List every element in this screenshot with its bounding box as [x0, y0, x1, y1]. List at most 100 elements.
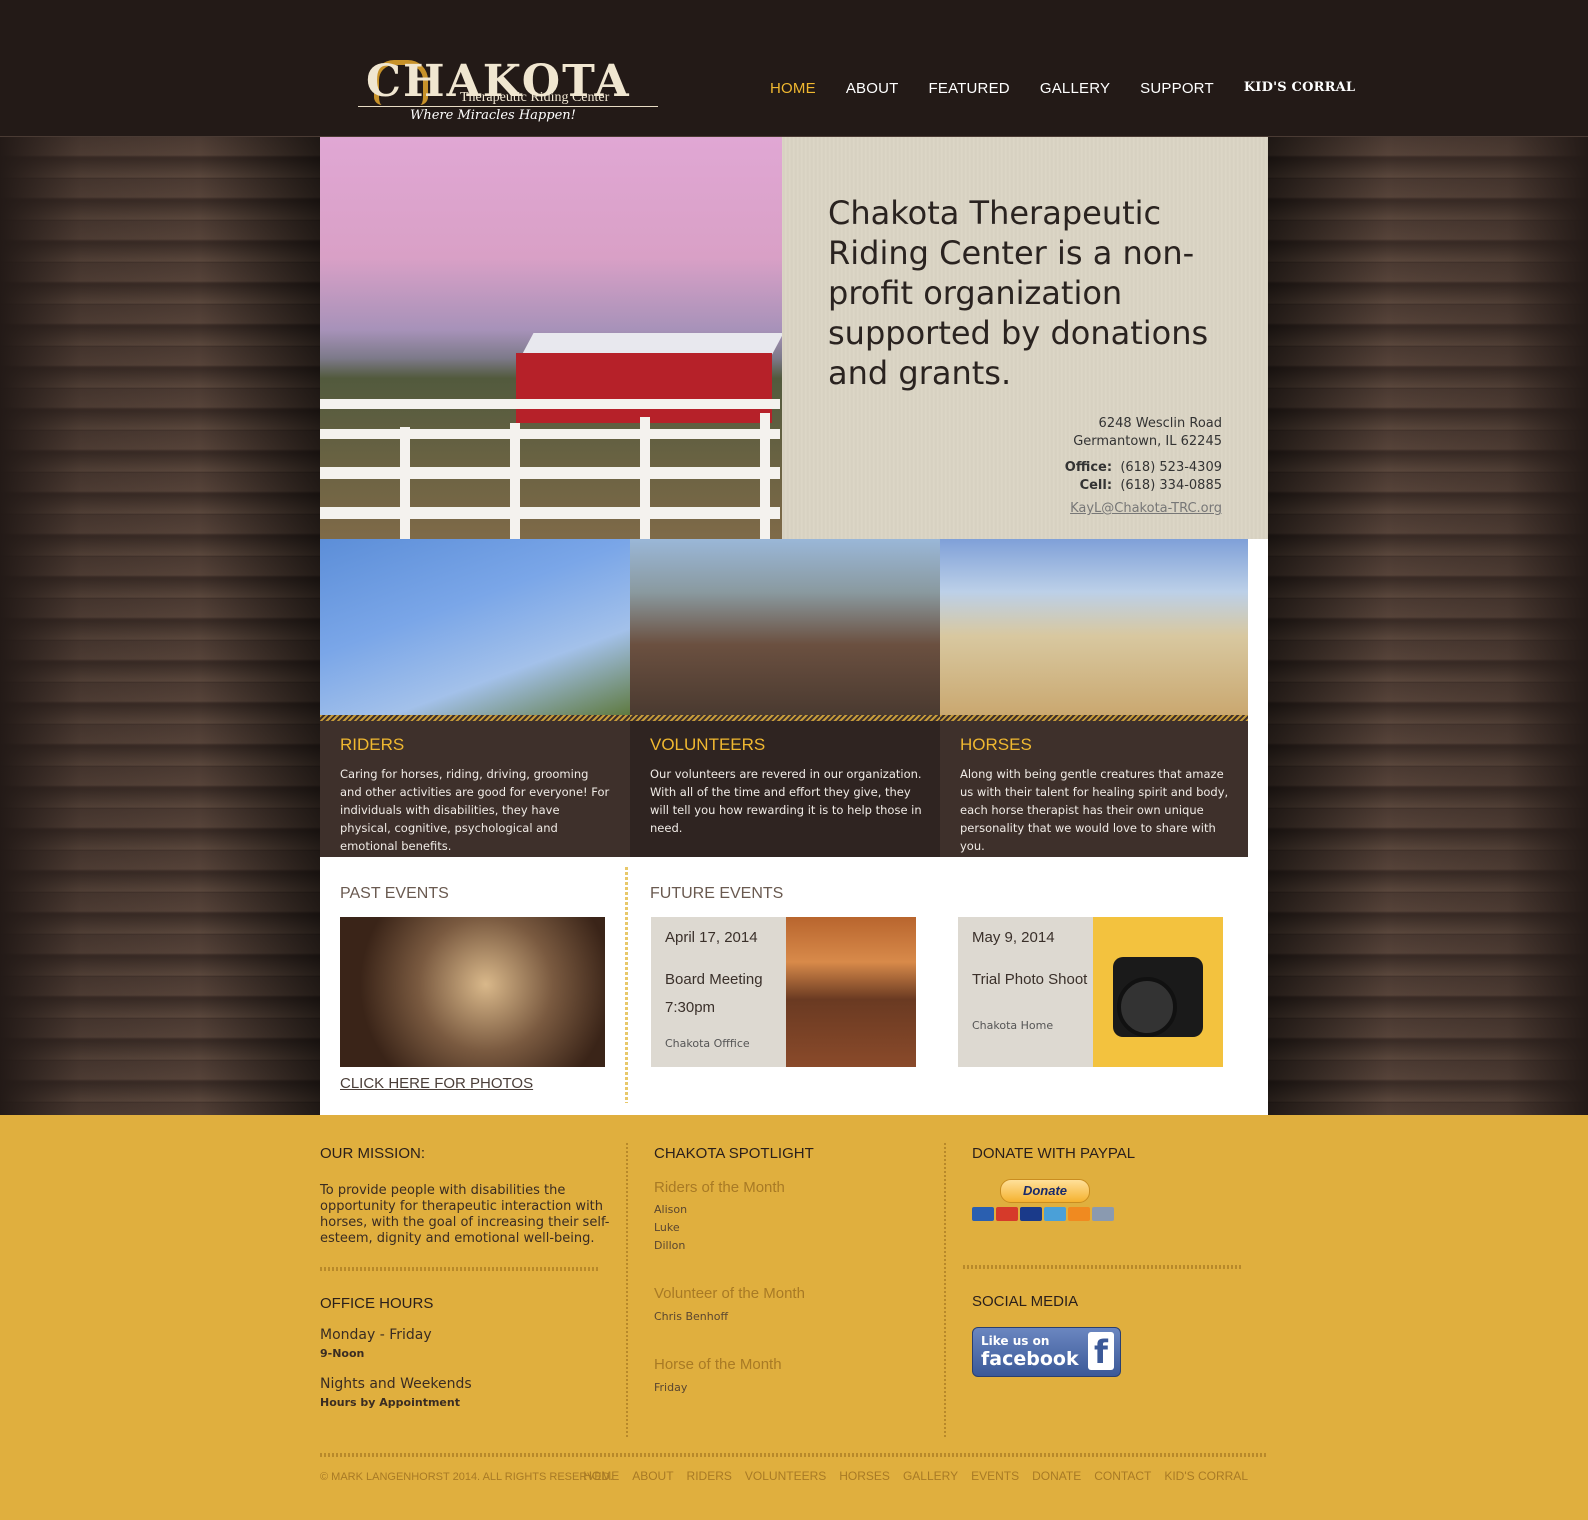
card-volunteers[interactable]: VOLUNTEERS Our volunteers are revered in…	[630, 539, 940, 857]
site-header: CHAKOTA Therapeutic Riding Center Where …	[0, 0, 1588, 137]
wood-background-right	[1268, 137, 1588, 1115]
discover-icon	[1068, 1207, 1090, 1221]
maestro-icon	[972, 1207, 994, 1221]
address: 6248 Wesclin Road Germantown, IL 62245	[1073, 415, 1222, 451]
footer-link-horses[interactable]: HORSES	[839, 1469, 890, 1483]
feature-cards: RIDERS Caring for horses, riding, drivin…	[320, 539, 1268, 857]
future-event-photo-shoot[interactable]: May 9, 2014 Trial Photo Shoot Chakota Ho…	[958, 917, 1223, 1067]
nav-kids-corral[interactable]: KID'S CORRAL	[1244, 80, 1355, 104]
mastercard-icon	[996, 1207, 1018, 1221]
donate-heading: DONATE WITH PAYPAL	[972, 1145, 1136, 1162]
intro-panel: Chakota Therapeutic Riding Center is a n…	[782, 137, 1268, 539]
nav-support[interactable]: SUPPORT	[1140, 80, 1214, 104]
riders-photo	[320, 539, 630, 715]
phone-numbers: Office: (618) 523-4309 Cell: (618) 334-0…	[1065, 459, 1222, 495]
event-date: May 9, 2014	[972, 929, 1055, 946]
past-event-photo[interactable]	[340, 917, 605, 1067]
footer-column-divider	[626, 1143, 628, 1439]
footer-link-riders[interactable]: RIDERS	[687, 1469, 732, 1483]
address-line1: 6248 Wesclin Road	[1098, 416, 1222, 431]
event-date: April 17, 2014	[665, 929, 758, 946]
copyright: © MARK LANGENHORST 2014. ALL RIGHTS RESE…	[320, 1471, 613, 1483]
intro-headline: Chakota Therapeutic Riding Center is a n…	[828, 194, 1209, 392]
event-place: Chakota Offfice	[665, 1037, 750, 1050]
past-events-heading: PAST EVENTS	[340, 885, 449, 902]
volunteer-of-month-heading: Volunteer of the Month	[654, 1285, 805, 1302]
footer-column-divider	[944, 1143, 946, 1439]
donate-button[interactable]: Donate	[1000, 1179, 1090, 1203]
card-horses[interactable]: HORSES Along with being gentle creatures…	[940, 539, 1248, 857]
visa-icon	[1020, 1207, 1042, 1221]
card-title: RIDERS	[340, 735, 405, 754]
horse-photo	[940, 539, 1248, 715]
hours-detail: 9-Noon	[320, 1347, 365, 1360]
spotlight-name: Dillon	[654, 1239, 686, 1252]
hours-days: Monday - Friday	[320, 1327, 432, 1343]
bank-icon	[1092, 1207, 1114, 1221]
events-divider	[625, 867, 628, 1103]
facebook-like-text: Like us on	[981, 1334, 1050, 1348]
mission-heading: OUR MISSION:	[320, 1145, 426, 1162]
barn-photo	[320, 137, 782, 539]
paypal-donate[interactable]: Donate	[972, 1179, 1118, 1227]
footer-link-about[interactable]: ABOUT	[632, 1469, 673, 1483]
office-label: Office:	[1064, 460, 1113, 475]
facebook-icon: f	[1088, 1332, 1114, 1371]
footer-divider	[963, 1265, 1243, 1269]
email-link[interactable]: KayL@Chakota-TRC.org	[1070, 501, 1222, 516]
camera-photo	[1093, 917, 1223, 1067]
nav-gallery[interactable]: GALLERY	[1040, 80, 1110, 104]
site-logo[interactable]: CHAKOTA Therapeutic Riding Center Where …	[350, 52, 660, 128]
mission-text: To provide people with disabilities the …	[320, 1183, 610, 1246]
card-text: Caring for horses, riding, driving, groo…	[340, 767, 610, 853]
horse-of-month-heading: Horse of the Month	[654, 1356, 782, 1373]
office-phone: (618) 523-4309	[1120, 460, 1222, 475]
facebook-name: facebook	[981, 1348, 1079, 1370]
future-events-heading: FUTURE EVENTS	[650, 885, 784, 902]
office-hours-heading: OFFICE HOURS	[320, 1295, 434, 1312]
footer-link-home[interactable]: HOME	[583, 1469, 619, 1483]
nav-featured[interactable]: FEATURED	[929, 80, 1010, 104]
site-footer: OUR MISSION: To provide people with disa…	[0, 1115, 1588, 1520]
footer-link-contact[interactable]: CONTACT	[1094, 1469, 1151, 1483]
nav-about[interactable]: ABOUT	[846, 80, 899, 104]
social-heading: SOCIAL MEDIA	[972, 1293, 1079, 1310]
amex-icon	[1044, 1207, 1066, 1221]
card-title: VOLUNTEERS	[650, 735, 766, 754]
riders-of-month-heading: Riders of the Month	[654, 1179, 785, 1196]
spotlight-name: Luke	[654, 1221, 680, 1234]
address-line2: Germantown, IL 62245	[1073, 434, 1222, 449]
footer-link-donate[interactable]: DONATE	[1032, 1469, 1081, 1483]
main-nav: HOME ABOUT FEATURED GALLERY SUPPORT KID'…	[770, 80, 1355, 104]
wood-background-left	[0, 137, 320, 1115]
footer-nav: HOME ABOUT RIDERS VOLUNTEERS HORSES GALL…	[583, 1469, 1248, 1483]
event-title: Trial Photo Shoot	[972, 971, 1088, 988]
facebook-like-button[interactable]: Like us on facebook f	[972, 1327, 1121, 1377]
footer-link-volunteers[interactable]: VOLUNTEERS	[745, 1469, 826, 1483]
spotlight-name: Chris Benhoff	[654, 1310, 729, 1323]
logo-rule	[358, 106, 658, 107]
future-event-board-meeting[interactable]: April 17, 2014 Board Meeting 7:30pm Chak…	[651, 917, 916, 1067]
spotlight-name: Alison	[654, 1203, 688, 1216]
payment-cards	[972, 1207, 1114, 1221]
spotlight-name: Friday	[654, 1381, 688, 1394]
footer-link-events[interactable]: EVENTS	[971, 1469, 1019, 1483]
footer-divider	[320, 1267, 600, 1271]
past-photos-link[interactable]: CLICK HERE FOR PHOTOS	[340, 1075, 533, 1092]
footer-bottom-divider	[320, 1453, 1268, 1457]
footer-link-kids-corral[interactable]: KID'S CORRAL	[1164, 1469, 1248, 1483]
spotlight-heading: CHAKOTA SPOTLIGHT	[654, 1145, 814, 1162]
footer-link-gallery[interactable]: GALLERY	[903, 1469, 958, 1483]
volunteers-photo	[630, 539, 940, 715]
event-title: Board Meeting	[665, 971, 763, 988]
event-place: Chakota Home	[972, 1019, 1054, 1032]
cell-label: Cell:	[1079, 478, 1113, 493]
hours-days: Nights and Weekends	[320, 1376, 472, 1392]
card-title: HORSES	[960, 735, 1032, 754]
hours-detail: Hours by Appointment	[320, 1396, 460, 1409]
card-riders[interactable]: RIDERS Caring for horses, riding, drivin…	[320, 539, 630, 857]
logo-subtitle: Therapeutic Riding Center	[460, 90, 610, 105]
nav-home[interactable]: HOME	[770, 80, 816, 104]
conference-room-photo	[786, 917, 916, 1067]
cell-phone: (618) 334-0885	[1120, 478, 1222, 493]
